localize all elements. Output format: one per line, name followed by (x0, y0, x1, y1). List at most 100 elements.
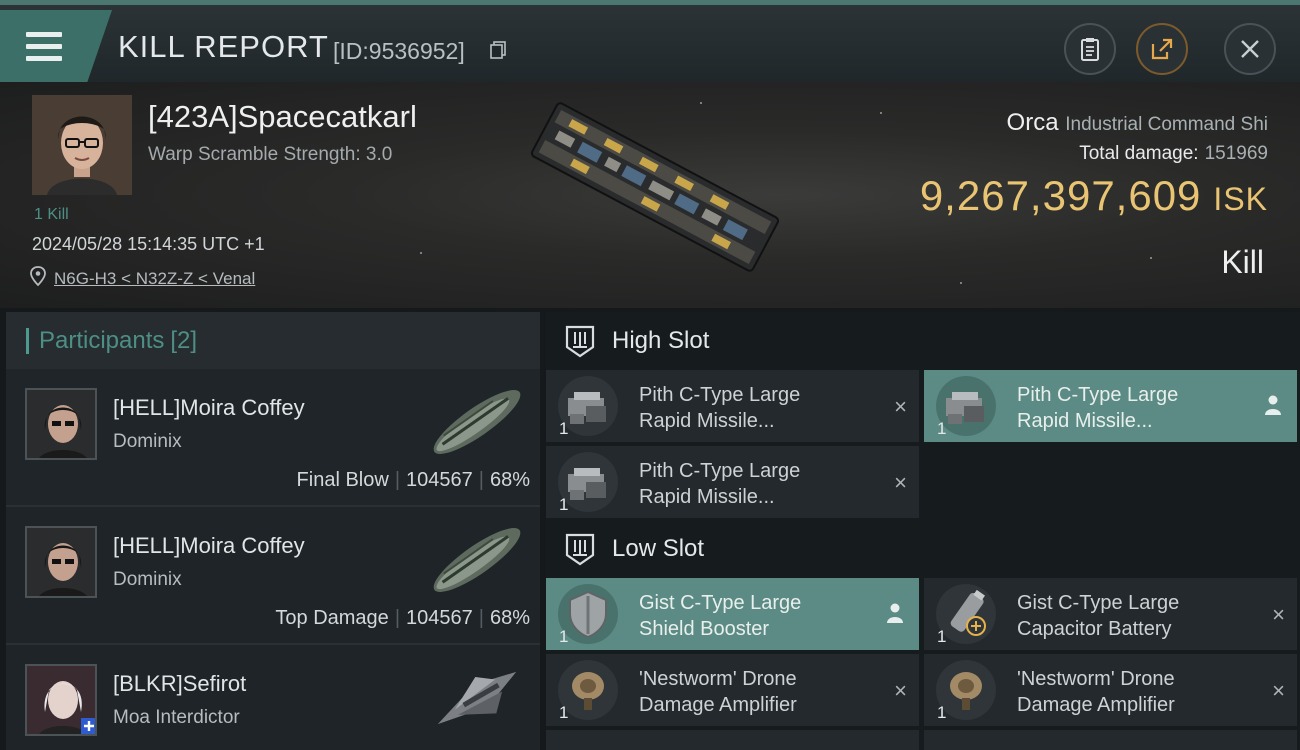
participant-row[interactable]: [HELL]Moira Coffey Dominix Final Blow | 10… (6, 369, 540, 507)
participant-ship: Moa Interdictor (113, 707, 240, 728)
kill-report-header: KILL REPORT [ID:9536952] (0, 0, 1300, 82)
participant-stats: Top Damage | 104567 | 68% (275, 607, 530, 629)
participant-avatar[interactable] (25, 388, 97, 460)
victim-ship-name: Orca (1006, 109, 1059, 136)
dropped-person-icon (1265, 395, 1281, 415)
victim-kill-count: 1 Kill (34, 206, 69, 223)
participant-damage: 104567 (406, 607, 473, 629)
high-slot-icon (565, 325, 595, 357)
participants-header: Participants [2] (6, 312, 540, 369)
participants-title: Participants (39, 326, 165, 354)
module-name-line1: Pith C-Type Large (639, 460, 801, 482)
dominix-ship-image (433, 528, 521, 592)
participant-damage-percent: 68% (489, 607, 530, 629)
module-item[interactable]: 1 Pith C-Type Large Rapid Missile... (924, 370, 1297, 442)
module-quantity: 1 (559, 703, 569, 722)
module-item[interactable]: 1 Pith C-Type Large Rapid Missile... × (546, 446, 919, 518)
low-slot-icon (565, 533, 595, 565)
module-item[interactable]: 1 'Nestworm' Drone Damage Amplifier × (924, 654, 1297, 726)
participant-ship: Dominix (113, 569, 182, 590)
menu-button[interactable] (0, 10, 112, 82)
destroyed-marker-icon: × (1272, 678, 1285, 703)
module-quantity: 1 (937, 703, 947, 722)
module-name: Gist C-Type Large Capacitor Battery (1017, 590, 1179, 642)
participants-count: [2] (170, 326, 198, 354)
victim-name[interactable]: [423A]Spacecatkarl (148, 99, 417, 135)
module-name-line1: 'Nestworm' Drone (1017, 668, 1175, 690)
destroyed-marker-icon: × (1272, 602, 1285, 627)
participant-row[interactable]: [HELL]Moira Coffey Dominix Top Damage | 10… (6, 507, 540, 645)
module-name-line2: Damage Amplifier (1017, 694, 1175, 716)
share-icon (1151, 38, 1173, 60)
participant-role: Final Blow (296, 469, 389, 491)
clipboard-button[interactable] (1064, 23, 1116, 75)
destroyed-marker-icon: × (894, 394, 907, 419)
pilot-portrait-icon (32, 95, 132, 195)
module-name-line2: Capacitor Battery (1017, 618, 1172, 640)
participant-name[interactable]: [HELL]Moira Coffey (113, 395, 305, 421)
participant-damage-percent: 68% (489, 469, 530, 491)
isk-unit: ISK (1213, 181, 1268, 217)
location-pin-icon (30, 266, 46, 286)
module-item[interactable] (546, 730, 919, 750)
page-title: KILL REPORT (118, 29, 329, 64)
module-name: Pith C-Type Large Rapid Missile... (639, 458, 800, 510)
participant-avatar[interactable] (25, 526, 97, 598)
isk-value: 9,267,397,609 ISK (920, 172, 1268, 220)
module-name-line1: Gist C-Type Large (1017, 592, 1180, 614)
participant-role: Top Damage (275, 607, 389, 629)
share-button[interactable] (1136, 23, 1188, 75)
module-quantity: 1 (559, 419, 569, 438)
copy-icon[interactable] (490, 41, 506, 59)
kill-timestamp: 2024/05/28 15:14:35 UTC +1 (32, 234, 265, 254)
module-name-line2: Damage Amplifier (639, 694, 797, 716)
module-item[interactable]: 1 Gist C-Type Large Capacitor Battery × (924, 578, 1297, 650)
close-button[interactable] (1224, 23, 1276, 75)
module-quantity: 1 (937, 627, 947, 646)
participant-name[interactable]: [HELL]Moira Coffey (113, 533, 305, 559)
high-slot-title: High Slot (612, 326, 710, 354)
participant-ship: Dominix (113, 431, 182, 452)
total-damage: Total damage: 151969 (1079, 143, 1268, 165)
dominix-ship-image (433, 390, 521, 454)
module-item[interactable] (924, 730, 1297, 750)
hamburger-menu-icon[interactable] (26, 32, 62, 62)
participants-header-accent (26, 327, 29, 354)
destroyed-marker-icon: × (894, 678, 907, 703)
module-name-line2: Rapid Missile... (1017, 410, 1153, 432)
moa-ship-image (437, 671, 517, 725)
dropped-person-icon (887, 603, 903, 623)
module-name: Pith C-Type Large Rapid Missile... (1017, 382, 1178, 434)
kill-result-label: Kill (1221, 244, 1264, 280)
kill-location-link[interactable]: N6G-H3 < N32Z-Z < Venal (54, 269, 255, 289)
fitting-panel: High Slot 1 Pith C-Type Large Rapid Miss… (546, 312, 1300, 750)
total-damage-value: 151969 (1204, 143, 1268, 164)
low-slot-header: Low Slot (546, 520, 1300, 577)
module-name: 'Nestworm' Drone Damage Amplifier (1017, 666, 1175, 718)
module-item[interactable]: 1 'Nestworm' Drone Damage Amplifier × (546, 654, 919, 726)
module-item[interactable]: 1 Gist C-Type Large Shield Booster (546, 578, 919, 650)
isk-amount: 9,267,397,609 (919, 172, 1202, 219)
module-name-line1: Pith C-Type Large (639, 384, 801, 406)
module-name-line1: 'Nestworm' Drone (639, 668, 797, 690)
clipboard-icon (1081, 38, 1099, 61)
module-quantity: 1 (559, 627, 569, 646)
module-item[interactable]: 1 Pith C-Type Large Rapid Missile... × (546, 370, 919, 442)
module-name-line1: Gist C-Type Large (639, 592, 802, 614)
participant-name[interactable]: [BLKR]Sefirot (113, 671, 246, 697)
module-name: Pith C-Type Large Rapid Missile... (639, 382, 800, 434)
victim-avatar[interactable] (32, 95, 132, 195)
module-name-line2: Rapid Missile... (639, 410, 775, 432)
participant-damage: 104567 (406, 469, 473, 491)
low-slot-title: Low Slot (612, 534, 705, 562)
participant-avatar[interactable] (25, 664, 97, 736)
victim-ship-class: Industrial Command Shi (1065, 114, 1268, 135)
victim-ship[interactable]: Orca Industrial Command Shi (1007, 109, 1268, 137)
report-id: [ID:9536952] (333, 38, 465, 64)
participant-row[interactable]: [BLKR]Sefirot Moa Interdictor (6, 645, 540, 750)
pilot-portrait-icon (27, 528, 95, 596)
module-name-line1: Pith C-Type Large (1017, 384, 1179, 406)
module-name-line2: Rapid Missile... (639, 486, 775, 508)
total-damage-label: Total damage: (1079, 143, 1199, 164)
high-slot-header: High Slot (546, 312, 1300, 369)
